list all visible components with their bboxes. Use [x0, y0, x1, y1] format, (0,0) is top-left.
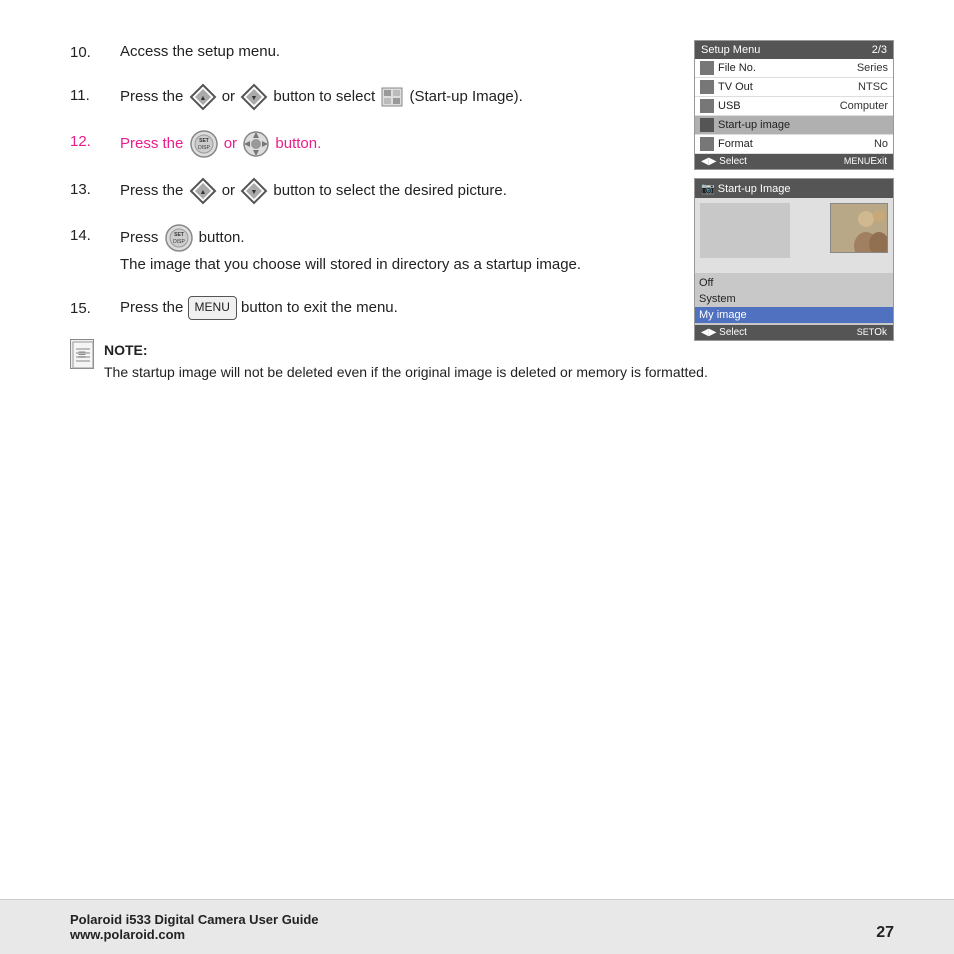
photo-preview — [830, 203, 888, 253]
setup-footer-left: ◀▶ Select — [701, 156, 747, 167]
svg-text:▲: ▲ — [199, 95, 206, 102]
option-system: System — [695, 291, 893, 307]
setup-row-format: Format No — [695, 135, 893, 154]
note-section: NOTE: The startup image will not be dele… — [70, 339, 894, 384]
step-14-line1: Press SET DISP button. — [120, 229, 245, 246]
format-label: Format — [718, 138, 870, 150]
svg-text:▼: ▼ — [251, 95, 258, 102]
camera-ui-panels: Setup Menu 2/3 File No. Series TV Out NT… — [694, 40, 894, 341]
tvout-value: NTSC — [858, 81, 888, 93]
usb-label: USB — [718, 100, 836, 112]
option-my-image: My image — [695, 307, 893, 323]
setup-row-tvout: TV Out NTSC — [695, 78, 893, 97]
set-disp-icon-14: SET DISP — [164, 223, 194, 253]
format-icon — [700, 137, 714, 151]
menu-button-icon: MENU — [188, 296, 237, 320]
svg-text:▲: ▲ — [199, 189, 206, 196]
note-icon — [70, 339, 94, 369]
step-15-number: 15. — [70, 296, 120, 321]
setup-menu-footer: ◀▶ Select MENUExit — [695, 154, 893, 169]
set-disp-icon-12a: SET DISP — [189, 129, 219, 159]
startup-label: Start-up image — [718, 119, 884, 131]
tvout-label: TV Out — [718, 81, 854, 93]
setup-menu-title: Setup Menu — [701, 44, 760, 56]
setup-row-usb: USB Computer — [695, 97, 893, 116]
setup-menu-panel: Setup Menu 2/3 File No. Series TV Out NT… — [694, 40, 894, 170]
startup-footer-right: SETOk — [857, 327, 887, 338]
svg-text:SET: SET — [199, 138, 209, 144]
note-content: NOTE: The startup image will not be dele… — [104, 339, 708, 384]
format-value: No — [874, 138, 888, 150]
page-footer: Polaroid i533 Digital Camera User Guide … — [0, 899, 954, 954]
startup-icon — [700, 118, 714, 132]
usb-icon — [700, 99, 714, 113]
fileno-value: Series — [857, 62, 888, 74]
footer-line2: www.polaroid.com — [70, 927, 319, 942]
startup-image-panel: 📷 Start-up Image Off — [694, 178, 894, 341]
up-button-icon: ▲ — [189, 83, 217, 111]
step-12-number: 12. — [70, 129, 120, 154]
svg-text:▼: ▼ — [251, 189, 258, 196]
usb-value: Computer — [840, 100, 888, 112]
footer-text-block: Polaroid i533 Digital Camera User Guide … — [70, 912, 319, 942]
down-button-icon: ▼ — [240, 83, 268, 111]
up-button-icon-13a: ▲ — [189, 177, 217, 205]
startup-panel-title: 📷 Start-up Image — [701, 183, 791, 195]
nav-icon-12b — [242, 130, 270, 158]
note-title: NOTE: — [104, 342, 148, 358]
option-off: Off — [695, 275, 893, 291]
options-container: Off System My image — [695, 273, 893, 325]
tv-icon — [700, 80, 714, 94]
step-10-number: 10. — [70, 40, 120, 65]
note-text: The startup image will not be deleted ev… — [104, 364, 708, 380]
startup-footer-left: ◀▶ Select — [701, 327, 747, 338]
step-11-number: 11. — [70, 83, 120, 108]
step-14-line2: The image that you choose will stored in… — [120, 256, 581, 273]
setup-row-fileno: File No. Series — [695, 59, 893, 78]
down-button-icon-13b: ▼ — [240, 177, 268, 205]
footer-line1: Polaroid i533 Digital Camera User Guide — [70, 912, 319, 927]
svg-text:DISP: DISP — [198, 145, 210, 151]
startup-panel-footer: ◀▶ Select SETOk — [695, 325, 893, 340]
startup-panel-body — [695, 198, 893, 273]
step-14-number: 14. — [70, 223, 120, 248]
setup-menu-page: 2/3 — [872, 44, 887, 56]
startup-menu-icon — [381, 87, 403, 107]
fileno-label: File No. — [718, 62, 853, 74]
startup-panel-header: 📷 Start-up Image — [695, 179, 893, 198]
step-13-number: 13. — [70, 177, 120, 202]
setup-footer-right: MENUExit — [844, 156, 887, 167]
page-number: 27 — [876, 924, 894, 942]
file-icon — [700, 61, 714, 75]
svg-text:DISP: DISP — [173, 239, 185, 245]
setup-row-startup: Start-up image — [695, 116, 893, 135]
setup-menu-header: Setup Menu 2/3 — [695, 41, 893, 59]
svg-text:SET: SET — [174, 232, 184, 238]
